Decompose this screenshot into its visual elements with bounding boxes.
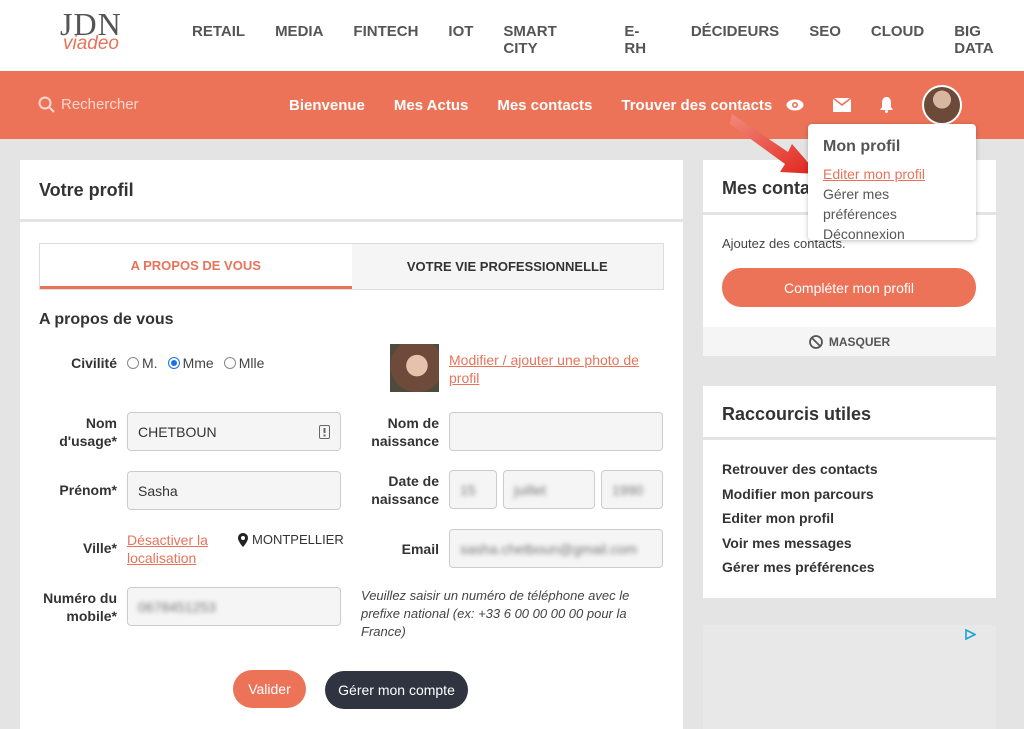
red-arrow-icon [730,114,818,174]
profile-tabs: A PROPOS DE VOUS VOTRE VIE PROFESSIONNEL… [39,243,664,290]
category-cloud[interactable]: CLOUD [871,23,924,57]
birth-month-select[interactable]: juillet [503,470,595,509]
birth-year-select[interactable]: 1990 [601,470,663,509]
dropdown-title: Mon profil [823,138,901,155]
email-label: Email [401,541,439,557]
complete-profile-button[interactable]: Compléter mon profil [722,268,976,307]
prenom-input[interactable]: Sasha [127,471,341,510]
ville-label: Ville* [83,540,117,556]
radio-m[interactable]: M. [127,355,158,371]
category-decideurs[interactable]: DÉCIDEURS [691,23,779,57]
shortcuts-title: Raccourcis utiles [703,386,996,440]
manage-account-button[interactable]: Gérer mon compte [325,671,468,709]
nom-usage-label: Nom d'usage* [59,415,117,449]
birth-day-value: 15 [460,481,476,498]
radio-mme-label: Mme [182,355,214,371]
category-retail[interactable]: RETAIL [192,23,245,57]
radio-m-label: M. [142,355,158,371]
birth-day-select[interactable]: 15 [449,470,497,509]
nav-bienvenue[interactable]: Bienvenue [289,97,365,114]
search-box[interactable]: Rechercher [38,96,139,113]
email-input[interactable]: sasha.chetboun@gmail.com [449,529,663,568]
mobile-value: 0678451253 [138,598,216,615]
bell-icon[interactable] [879,96,894,113]
profile-dropdown-menu: Mon profil Editer mon profil Gérer mes p… [808,124,976,242]
category-iot[interactable]: IOT [448,23,473,57]
category-nav: RETAIL MEDIA FINTECH IOT SMART CITY E-RH… [192,23,1024,57]
shortcut-editer-profil[interactable]: Editer mon profil [722,506,878,531]
block-icon [808,334,823,349]
category-seo[interactable]: SEO [809,23,841,57]
radio-mme[interactable]: Mme [167,355,214,371]
search-placeholder: Rechercher [61,96,139,113]
shortcut-modifier-parcours[interactable]: Modifier mon parcours [722,482,878,507]
search-icon [38,96,55,113]
ville-value-box: MONTPELLIER [238,532,344,547]
radio-mlle-label: Mlle [238,355,265,371]
logo-viadeo: viadeo [63,33,119,54]
user-avatar[interactable] [922,85,962,125]
radio-mlle[interactable]: Mlle [223,355,265,371]
menu-item-deconnexion[interactable]: Déconnexion [823,224,961,244]
jdn-viadeo-logo[interactable]: JDN viadeo [60,8,140,58]
nom-usage-value: CHETBOUN [138,423,217,440]
tab-a-propos[interactable]: A PROPOS DE VOUS [40,244,352,289]
category-big-data[interactable]: BIG DATA [954,23,1024,57]
shortcut-voir-messages[interactable]: Voir mes messages [722,531,878,556]
shortcut-retrouver-contacts[interactable]: Retrouver des contacts [722,457,878,482]
ad-placeholder [703,625,996,729]
ville-value: MONTPELLIER [252,532,344,547]
menu-item-editer-profil[interactable]: Editer mon profil [823,164,961,184]
date-naissance-label: Date de naissance [371,473,439,507]
section-title: A propos de vous [39,311,174,328]
nom-usage-input[interactable]: CHETBOUN [127,412,341,451]
shortcut-gerer-preferences[interactable]: Gérer mes préférences [722,555,878,580]
adchoices-icon[interactable] [965,629,976,640]
top-navbar: JDN viadeo RETAIL MEDIA FINTECH IOT SMAR… [0,0,1024,71]
category-media[interactable]: MEDIA [275,23,323,57]
prenom-label: Prénom* [59,482,117,498]
nav-mes-contacts[interactable]: Mes contacts [497,97,592,114]
profile-title: Votre profil [20,160,683,222]
disable-location-link[interactable]: Désactiver la localisation [127,531,227,567]
mail-icon[interactable] [833,98,851,112]
profile-photo [390,344,439,392]
map-pin-icon [238,532,248,547]
nav-mes-actus[interactable]: Mes Actus [394,97,468,114]
modify-photo-link[interactable]: Modifier / ajouter une photo de profil [449,351,649,387]
hide-button[interactable]: MASQUER [703,327,996,356]
prenom-value: Sasha [138,482,178,499]
civilite-label: Civilité [71,355,117,371]
shortcuts-card: Raccourcis utiles Retrouver des contacts… [703,386,996,598]
validate-button[interactable]: Valider [233,670,306,708]
nom-naissance-input[interactable] [449,412,663,451]
category-fintech[interactable]: FINTECH [353,23,418,57]
menu-item-gerer-preferences[interactable]: Gérer mes préférences [823,184,961,224]
shortcuts-list: Retrouver des contacts Modifier mon parc… [722,457,878,580]
birth-month-value: juillet [514,481,546,498]
mobile-label: Numéro du mobile* [43,590,117,624]
mobile-input[interactable]: 0678451253 [127,587,341,626]
main-nav: Bienvenue Mes Actus Mes contacts Trouver… [289,97,801,114]
hide-label: MASQUER [828,334,891,349]
nom-naissance-label: Nom de naissance [371,415,439,449]
civilite-radio-group: M. Mme Mlle [127,355,264,371]
birth-year-value: 1990 [612,481,644,498]
category-smart-city[interactable]: SMART CITY [503,23,594,57]
email-value: sasha.chetboun@gmail.com [460,540,637,557]
contact-card-icon [319,424,330,439]
category-e-rh[interactable]: E-RH [624,23,660,57]
tab-vie-professionnelle[interactable]: VOTRE VIE PROFESSIONNELLE [351,244,663,289]
mobile-hint: Veuillez saisir un numéro de téléphone a… [361,588,630,639]
